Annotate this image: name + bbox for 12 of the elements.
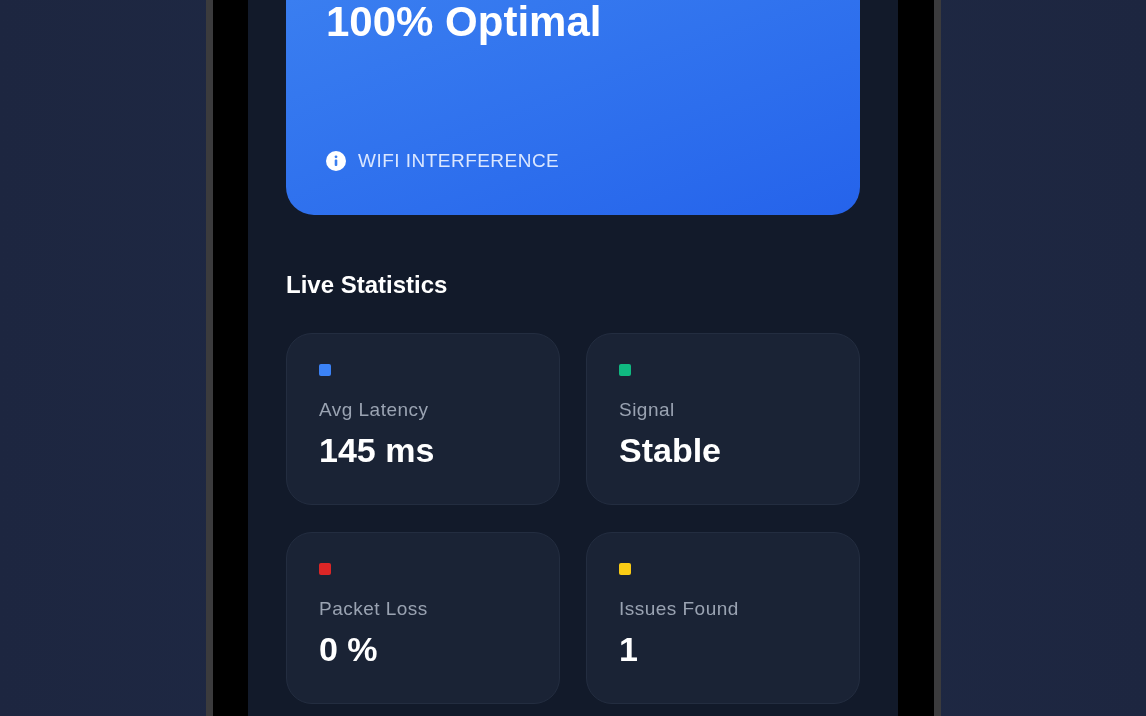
stat-value: 145 ms [319,433,436,467]
stat-value: 1 [619,632,639,666]
stat-label: Issues Found [619,599,740,618]
stat-label: Signal [619,400,676,419]
status-note: WIFI INTERFERENCE [358,148,560,173]
stat-label: Packet Loss [319,599,429,618]
stat-value: 0 % [319,632,379,666]
info-icon [326,150,346,171]
stat-label: Avg Latency [319,400,430,419]
status-title: 100% Optimal [326,0,603,43]
section-heading: Live Statistics [286,273,449,297]
stat-value: Stable [619,433,723,467]
